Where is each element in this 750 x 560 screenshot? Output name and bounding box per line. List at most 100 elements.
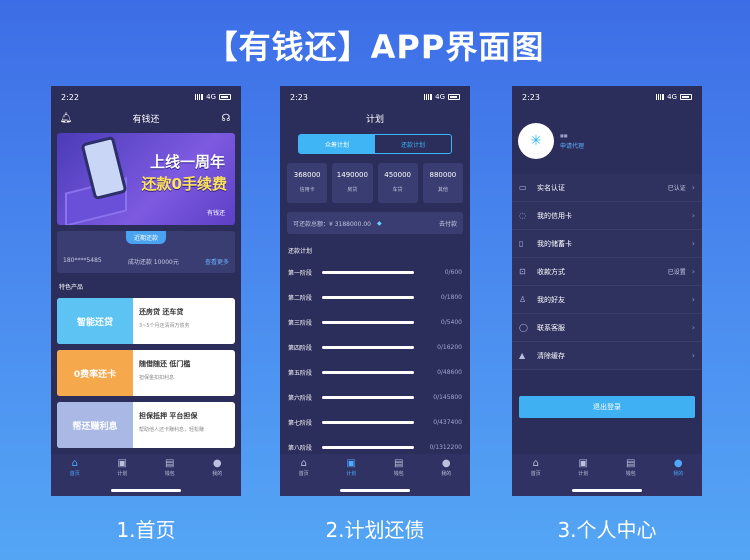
stage-row[interactable]: 第七阶段 0/437400 [280,410,470,435]
chevron-right-icon: › [691,239,695,248]
chat-icon: ◯ [519,323,528,332]
plan-title: 还款计划 [288,248,313,255]
stage-name: 第一阶段 [288,270,313,277]
tab-user[interactable]: ● 我的 [423,458,471,496]
tab-home[interactable]: ⌂ 首页 [51,458,99,496]
tab-label: 首页 [69,471,80,477]
status-bar: 2:23 4G [512,86,702,108]
stage-value: 0/437400 [433,419,462,426]
wallet-icon: ▤ [165,458,175,469]
chevron-right-icon: › [691,295,695,304]
debt-amounts: 368000 信用卡 1490000 房贷 450000 车贷 880000 其他 [287,163,463,203]
tab-user[interactable]: ● 我的 [655,458,703,496]
stage-row[interactable]: 第一阶段 0/600 [280,260,470,285]
nav-title: 计划 [365,114,384,125]
stage-row[interactable]: 第六阶段 0/145800 [280,385,470,410]
menu-item[interactable]: ▯ 我的储蓄卡 › [512,230,702,258]
segment-crowdfund[interactable]: 众筹计划 [299,135,375,153]
username: ■■ [560,132,568,138]
signal-icon [194,94,204,100]
pay-total: 可还款总额：¥ 3188000.00 [293,220,371,228]
menu-item-label: 清除缓存 [537,351,565,360]
id-card-icon: ▭ [519,183,527,192]
battery-icon [680,94,692,100]
phone-profile: 2:23 4G ✳ ■■ 申请代理 ▭ 实名认证 已认证 › ◌ 我的信用卡 › ▯ 我的储蓄卡… [512,86,702,496]
nav-bar: 🔔︎ 有钱还 ☊ [51,108,241,128]
bell-icon[interactable]: 🔔︎ [59,113,73,124]
status-time: 2:23 [522,92,540,102]
recent-repayment-card: 近期还款 180****5485 成功还款 10000元 查看更多 [57,231,235,273]
product-desc: 帮助他人还卡赚利息，轻松赚 [139,427,205,433]
stage-value: 0/16200 [437,344,462,351]
debt-amount-card[interactable]: 1490000 房贷 [332,163,373,203]
tab-home[interactable]: ⌂ 首页 [512,458,560,496]
page-title: 【有钱还】APP界面图 [205,28,545,66]
status-bar: 2:23 4G [280,86,470,108]
debt-amount-label: 房贷 [347,187,358,193]
recent-phone: 180****5485 [63,257,102,264]
menu-item[interactable]: ▲ 清除缓存 › [512,342,702,370]
menu-item-label: 我的信用卡 [537,211,572,220]
chevron-right-icon: › [691,267,695,276]
debt-amount-card[interactable]: 450000 车贷 [377,163,418,203]
stage-name: 第三阶段 [288,320,313,327]
menu-item[interactable]: ♙ 我的好友 › [512,286,702,314]
wallet-icon: ▤ [394,458,404,469]
tab-home[interactable]: ⌂ 首页 [280,458,328,496]
stage-row[interactable]: 第五阶段 0/48600 [280,360,470,385]
debt-amount-value: 1490000 [336,171,368,179]
avatar[interactable]: ✳ [518,123,554,159]
view-more-link[interactable]: 查看更多 [205,257,229,266]
profile-header[interactable]: ✳ ■■ 申请代理 [512,108,702,174]
product-card[interactable]: 智能还贷 还房贷 还车贷 3~5个月还清百万债务 [57,298,235,344]
tab-label: 首页 [298,471,309,477]
segment-repayment[interactable]: 还款计划 [375,135,451,153]
menu-item-label: 实名认证 [537,183,565,192]
nav-title: 有钱还 [132,114,160,125]
product-tag: 智能还贷 [57,298,133,344]
product-card[interactable]: 帮还赚利息 担保抵押 平台担保 帮助他人还卡赚利息，轻松赚 [57,402,235,448]
signal-icon [423,94,433,100]
friend-icon: ♙ [519,295,527,304]
stage-progress-bar [322,421,414,424]
banner-brand: 有钱还 [206,210,225,217]
apply-agent-link[interactable]: 申请代理 [560,141,584,150]
menu-item[interactable]: ◌ 我的信用卡 › [512,202,702,230]
section-title: 特色产品 [59,284,84,291]
home-indicator [111,489,181,492]
debt-amount-card[interactable]: 880000 其他 [422,163,463,203]
chevron-right-icon: › [691,351,695,360]
product-info: 担保抵押 平台担保 帮助他人还卡赚利息，轻松赚 [133,402,235,448]
tab-user[interactable]: ● 我的 [194,458,242,496]
pay-button[interactable]: 去付款 [439,219,457,228]
user-icon: ● [212,458,222,469]
stage-row[interactable]: 第三阶段 0/5400 [280,310,470,335]
stage-progress-bar [322,371,414,374]
stage-value: 0/1312200 [429,444,462,451]
diamond-icon: ◆ [377,219,382,227]
plan-icon: ▣ [578,458,588,469]
stage-row[interactable]: 第四阶段 0/16200 [280,335,470,360]
stage-value: 0/600 [444,269,462,276]
debt-amount-card[interactable]: 368000 信用卡 [287,163,328,203]
user-icon: ● [441,458,451,469]
battery-icon [448,94,460,100]
stage-value: 0/145800 [433,394,462,401]
stage-name: 第五阶段 [288,370,313,377]
product-tag: 0费率还卡 [57,350,133,396]
tab-label: 我的 [441,471,452,477]
logout-button[interactable]: 退出登录 [519,396,695,418]
battery-icon [219,94,231,100]
menu-item[interactable]: ◯ 联系客服 › [512,314,702,342]
stage-progress-bar [322,396,414,399]
caption-profile: 3.个人中心 [557,518,657,542]
menu-item[interactable]: ⊡ 收款方式 已设置 › [512,258,702,286]
stage-row[interactable]: 第二阶段 0/1800 [280,285,470,310]
product-title: 随借随还 低门槛 [139,360,191,368]
product-card[interactable]: 0费率还卡 随借随还 低门槛 担保金扣扣利息 [57,350,235,396]
nav-bar: 计划 [280,108,470,128]
headset-icon[interactable]: ☊ [219,113,233,124]
product-info: 随借随还 低门槛 担保金扣扣利息 [133,350,235,396]
menu-item[interactable]: ▭ 实名认证 已认证 › [512,174,702,202]
promo-banner[interactable]: 上线一周年 还款0手续费 有钱还 [57,133,235,225]
